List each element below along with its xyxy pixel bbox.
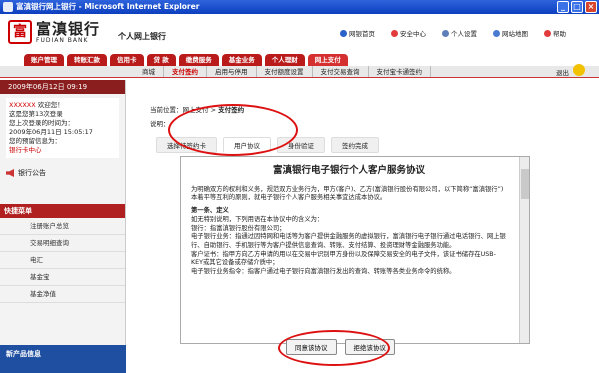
agreement-paragraph: 电子银行业务指令：指客户通过电子银行向富滇银行发出的查询、转账等各类业务命令的统… <box>191 268 456 276</box>
subnav-enable[interactable]: 启用与停用 <box>207 66 257 77</box>
sidebar: 2009年06月12日 09:19 XXXXXX 欢迎您！ 这是您第13次登录 … <box>0 80 126 373</box>
tab-wealth[interactable]: 个人理财 <box>264 54 305 66</box>
agreement-paragraph: 为明确双方的权利和义务，规范双方业务行为，甲方(客户)、乙方(富滇银行股份有限公… <box>191 185 504 202</box>
top-links: 网银首页 安全中心 个人设置 网站地图 帮助 <box>340 28 566 38</box>
logout-link[interactable]: 退出 <box>556 67 569 77</box>
subnav-signing[interactable]: 支付签约 <box>164 66 207 77</box>
bank-header: 富 富滇银行 FUDIAN BANK 个人网上银行 网银首页 安全中心 个人设置… <box>0 14 599 54</box>
last-login-label: 您上次登录的时间为： <box>9 119 74 127</box>
home-icon <box>340 29 347 37</box>
sub-nav: 商城 支付签约 启用与停用 支付额度设置 支付交易查询 支付宝卡通签约 <box>0 66 599 78</box>
reserved-info-label: 您的预留信息为： <box>9 137 61 145</box>
description-label: 说明： <box>150 120 170 128</box>
tab-fund[interactable]: 基金业务 <box>221 54 262 66</box>
sitemap-icon <box>493 29 500 37</box>
main-nav: 账户管理 转账汇款 信用卡 贷 款 缴费服务 基金业务 个人理财 网上支付 <box>0 54 599 66</box>
window-title: 富滇银行网上银行 - Microsoft Internet Explorer <box>16 2 200 11</box>
subnav-alipay[interactable]: 支付宝卡通签约 <box>369 66 431 77</box>
sitemap-link[interactable]: 网站地图 <box>493 28 528 38</box>
login-count: 这是您第13次登录 <box>9 110 63 118</box>
speaker-icon <box>6 169 14 177</box>
welcome-text: 欢迎您！ <box>37 101 64 109</box>
tab-credit-card[interactable]: 信用卡 <box>110 54 144 66</box>
user-name: XXXXXX <box>9 101 36 109</box>
bank-notice-label: 银行公告 <box>18 169 46 177</box>
quick-menu-head: 快捷菜单 <box>0 204 125 218</box>
agreement-title: 富滇银行电子银行个人客户服务协议 <box>272 165 425 176</box>
close-icon[interactable]: × <box>585 1 597 13</box>
quick-item-overview[interactable]: 注册账户总览 <box>0 218 125 235</box>
tab-payment-service[interactable]: 缴费服务 <box>178 54 219 66</box>
agreement-paragraph: 客户证书：指甲方向乙方申请的用以在交易中识别甲方身份以及保障交易安全的电子文件，… <box>191 250 496 267</box>
agreement-scrollbar[interactable] <box>519 157 529 343</box>
window-titlebar: 富滇银行网上银行 - Microsoft Internet Explorer _… <box>0 0 599 14</box>
ie-icon <box>3 2 13 12</box>
logout-icon[interactable] <box>573 64 585 76</box>
highlight-ellipse-button <box>278 330 390 366</box>
tab-transfer[interactable]: 转账汇款 <box>67 54 107 66</box>
agreement-section: 第一条、定义 <box>191 207 229 215</box>
quick-item-nav[interactable]: 基金净值 <box>0 286 125 303</box>
subnav-mall[interactable]: 商城 <box>134 66 164 77</box>
help-link[interactable]: 帮助 <box>544 28 566 38</box>
site-title: 个人网上银行 <box>118 32 166 41</box>
date-bar: 2009年06月12日 09:19 <box>0 80 125 94</box>
tab-loan[interactable]: 贷 款 <box>146 54 176 66</box>
scrollbar-thumb[interactable] <box>521 169 529 199</box>
window-controls: _ □ × <box>557 1 597 13</box>
card-center-link[interactable]: 银行卡中心 <box>9 146 116 155</box>
quick-item-fund[interactable]: 基金宝 <box>0 269 125 286</box>
agreement-paragraph: 如无特别说明，下列用语在本协议中的含义为： <box>191 215 324 223</box>
user-info: XXXXXX 欢迎您！ 这是您第13次登录 您上次登录的时间为： 2009年06… <box>6 98 119 158</box>
agreement-box[interactable]: 富滇银行电子银行个人客户服务协议 为明确双方的权利和义务，规范双方业务行为，甲方… <box>180 156 530 344</box>
security-link[interactable]: 安全中心 <box>391 28 426 38</box>
bank-logo-icon: 富 <box>8 20 32 44</box>
subnav-limit[interactable]: 支付额度设置 <box>257 66 313 77</box>
step-complete: 签约完成 <box>331 137 379 153</box>
new-product-banner[interactable]: 新产品信息 <box>0 345 126 373</box>
shield-icon <box>391 29 398 37</box>
subnav-query[interactable]: 支付交易查询 <box>313 66 369 77</box>
help-icon <box>544 29 551 37</box>
agreement-paragraph: 银行：指富滇银行股份有限公司； <box>191 224 286 232</box>
last-login-time: 2009年06月11日 15:05:17 <box>9 128 93 136</box>
bank-name-en: FUDIAN BANK <box>36 37 89 44</box>
quick-item-detail[interactable]: 交易明细查询 <box>0 235 125 252</box>
highlight-ellipse-step <box>168 104 298 156</box>
maximize-icon[interactable]: □ <box>571 1 583 13</box>
agreement-paragraph: 电子银行业务：指通过因特网和电话等为客户提供金融服务的虚拟银行，富滇银行电子银行… <box>191 233 506 249</box>
tab-account[interactable]: 账户管理 <box>24 54 64 66</box>
quick-item-wire[interactable]: 电汇 <box>0 252 125 269</box>
user-icon <box>442 29 449 37</box>
home-link[interactable]: 网银首页 <box>340 28 375 38</box>
bank-name: 富滇银行 <box>36 20 101 38</box>
bank-notice[interactable]: 银行公告 <box>6 168 119 178</box>
settings-link[interactable]: 个人设置 <box>442 28 477 38</box>
minimize-icon[interactable]: _ <box>557 1 569 13</box>
tab-online-payment[interactable]: 网上支付 <box>307 54 348 66</box>
